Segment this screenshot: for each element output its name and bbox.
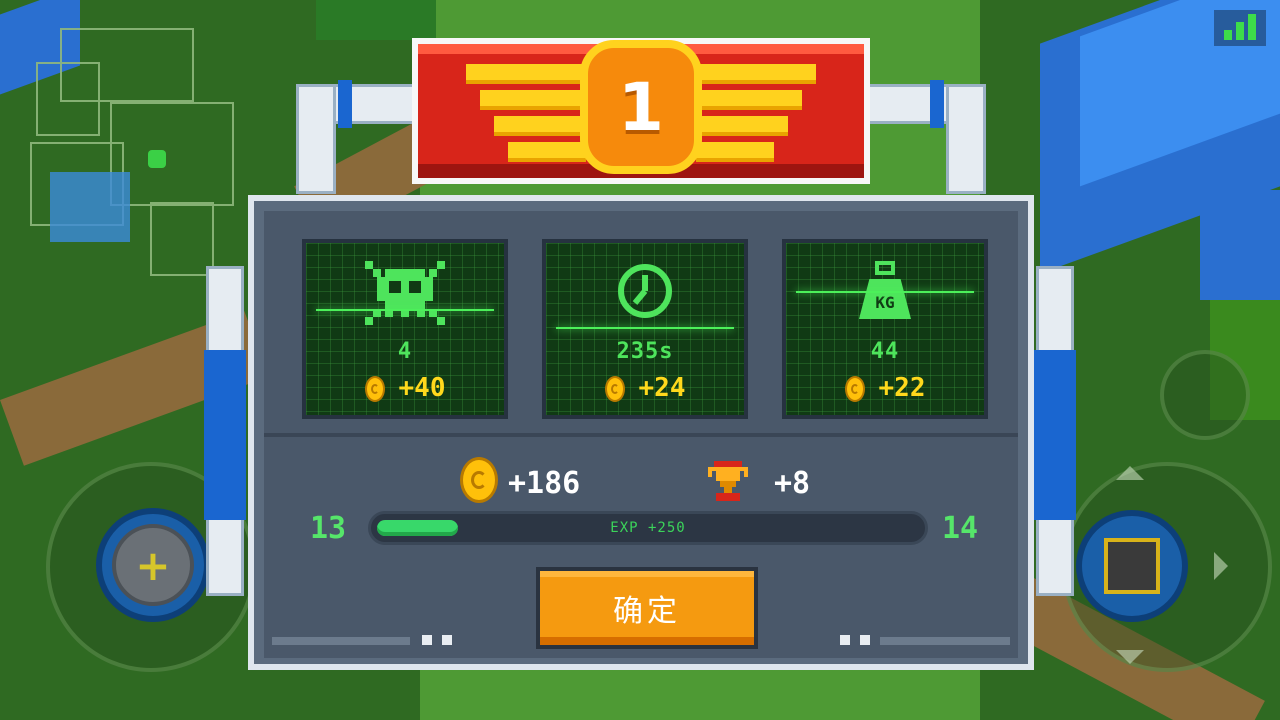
results-panel-body: 4 +40 235s +24 KG 44 +22 +186 +8 13 EXP …	[264, 211, 1018, 658]
confirm-button[interactable]: 确定	[536, 567, 758, 649]
kills-card: 4 +40	[302, 239, 508, 419]
joystick-knob[interactable]: +	[112, 524, 194, 606]
skull-icon	[365, 261, 445, 325]
weight-icon-label: KG	[875, 293, 895, 312]
footer-bar-right	[880, 637, 1010, 645]
trophy-icon	[708, 461, 748, 501]
divider	[264, 433, 1018, 437]
arrow-up-icon	[1116, 466, 1144, 480]
rank-medal: 1	[580, 40, 702, 174]
signal-icon	[1214, 10, 1266, 46]
weapon-icon	[1104, 538, 1160, 594]
weapon-button[interactable]	[1076, 510, 1188, 622]
kills-reward: +40	[306, 373, 504, 403]
kills-value: 4	[397, 339, 413, 364]
right-wing-icon	[696, 64, 816, 164]
time-reward: +24	[546, 373, 744, 403]
current-level: 13	[310, 511, 347, 546]
arrow-right-icon	[1214, 552, 1228, 580]
weight-icon: KG	[855, 261, 915, 327]
total-coins: +186	[508, 466, 581, 501]
footer-bar-left	[272, 637, 410, 645]
plus-icon: +	[135, 540, 171, 590]
player-marker-icon	[148, 150, 166, 168]
coin-icon	[604, 375, 625, 402]
next-level: 14	[942, 511, 979, 546]
exp-bar: EXP +250	[368, 511, 928, 545]
results-panel: 4 +40 235s +24 KG 44 +22 +186 +8 13 EXP …	[248, 195, 1034, 670]
minimap[interactable]	[30, 22, 260, 282]
total-trophies: +8	[774, 466, 811, 501]
clock-icon	[618, 264, 672, 318]
coin-icon	[844, 375, 865, 402]
left-wing-icon	[466, 64, 586, 164]
arrow-down-icon	[1116, 650, 1144, 664]
weight-reward: +22	[786, 373, 984, 403]
skill-button[interactable]	[1160, 350, 1250, 440]
weight-card: KG 44 +22	[782, 239, 988, 419]
time-card: 235s +24	[542, 239, 748, 419]
exp-label: EXP +250	[610, 520, 686, 536]
weight-value: 44	[870, 339, 900, 364]
coin-icon	[364, 375, 385, 402]
time-value: 235s	[616, 339, 674, 364]
total-coin-icon	[460, 457, 498, 503]
